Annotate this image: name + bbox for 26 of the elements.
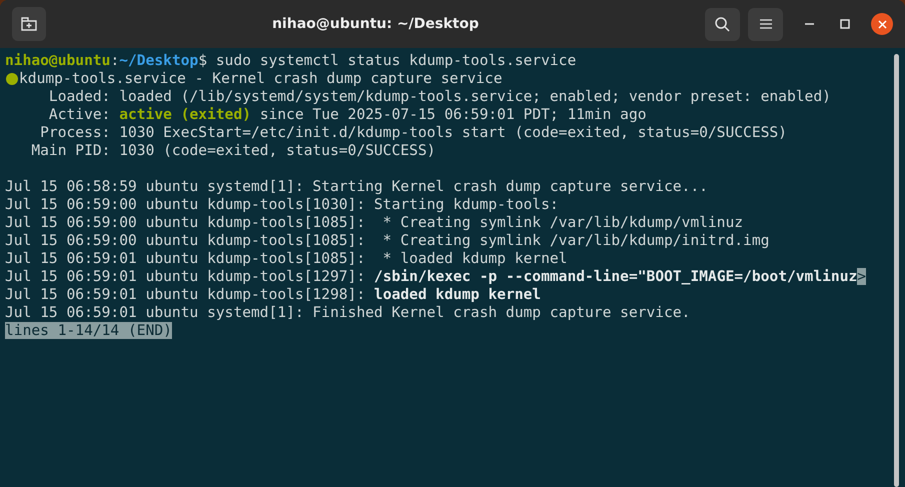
terminal-line: Main PID: 1030 (code=exited, status=0/SUCCESS) [30,142,436,160]
terminal-line: Jul 15 06:59:01 ubuntu kdump-tools[1297]: /sbin/kexec -p --command-line="BOOT_IMAGE=/boot/vmlinuz> [5,268,866,286]
close-icon [878,20,886,28]
minimize-icon [804,23,814,25]
terminal-line: Active: active (exited) since Tue 2025-07-15 06:59:01 PDT; 11min ago [48,106,646,124]
scrollbar[interactable] [894,54,899,487]
maximize-icon [840,19,850,29]
new-tab-button[interactable] [12,7,46,41]
menu-icon [760,19,772,29]
close-button[interactable] [871,13,893,35]
terminal-line: Jul 15 06:59:00 ubuntu kdump-tools[1030]: Starting kdump-tools: [5,196,559,214]
search-icon [715,16,730,32]
menu-button[interactable] [748,8,783,40]
terminal-line: Jul 15 06:59:01 ubuntu kdump-tools[1298]: loaded kdump kernel [5,286,541,304]
window-title: nihao@ubuntu: ~/Desktop [271,14,480,34]
terminal-line: kdump-tools.service - Kernel crash dump capture service [19,70,502,88]
terminal-line: Jul 15 06:59:00 ubuntu kdump-tools[1085]: * Creating symlink /var/lib/kdump/vmlinuz [5,214,744,232]
terminal-line: Loaded: loaded (/lib/systemd/system/kdump-tools.service; enabled; vendor preset: enabled) [48,88,831,106]
terminal-line: Jul 15 06:59:00 ubuntu kdump-tools[1085]: * Creating symlink /var/lib/kdump/initrd.img [5,232,770,250]
terminal-line: Jul 15 06:59:01 ubuntu systemd[1]: Finished Kernel crash dump capture service. [5,304,690,322]
terminal-line: Process: 1030 ExecStart=/etc/init.d/kdump-tools start (code=exited, status=0/SUCCESS) [39,124,787,142]
new-tab-icon [21,17,37,31]
terminal-line: Jul 15 06:59:01 ubuntu kdump-tools[1085]: * loaded kdump kernel [5,250,568,268]
terminal-line: nihao@ubuntu:~/Desktop$ sudo systemctl status kdump-tools.service [5,52,576,70]
search-button[interactable] [705,8,740,40]
terminal-line: Jul 15 06:58:59 ubuntu systemd[1]: Starting Kernel crash dump capture service... [5,178,708,196]
